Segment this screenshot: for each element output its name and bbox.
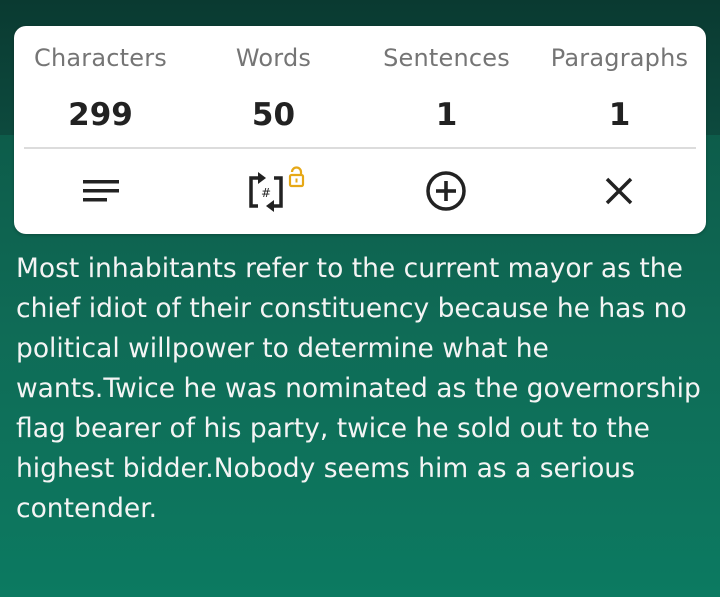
- close-button[interactable]: [589, 166, 649, 216]
- stat-words-label: Words: [235, 44, 312, 72]
- stat-characters-value: 299: [68, 97, 133, 133]
- menu-icon: [83, 180, 119, 202]
- close-icon: [605, 177, 633, 205]
- svg-text:#: #: [261, 186, 271, 200]
- menu-button[interactable]: [71, 166, 131, 216]
- stat-words-value: 50: [251, 97, 296, 133]
- add-button[interactable]: [416, 166, 476, 216]
- stat-paragraphs-label: Paragraphs: [550, 44, 689, 72]
- add-circle-icon: [426, 171, 466, 211]
- stats-card: Characters 299 Words 50 Sentences 1 Para…: [14, 26, 706, 234]
- stat-characters-label: Characters: [34, 44, 167, 72]
- hash-sync-icon: #: [249, 166, 305, 212]
- stat-sentences-label: Sentences: [383, 44, 510, 72]
- stats-divider: [24, 147, 696, 149]
- document-text[interactable]: Most inhabitants refer to the current ma…: [16, 249, 710, 529]
- hash-sync-button[interactable]: #: [244, 166, 314, 216]
- stat-paragraphs-value: 1: [608, 97, 631, 133]
- stat-sentences-value: 1: [435, 97, 458, 133]
- lock-icon: [288, 166, 305, 188]
